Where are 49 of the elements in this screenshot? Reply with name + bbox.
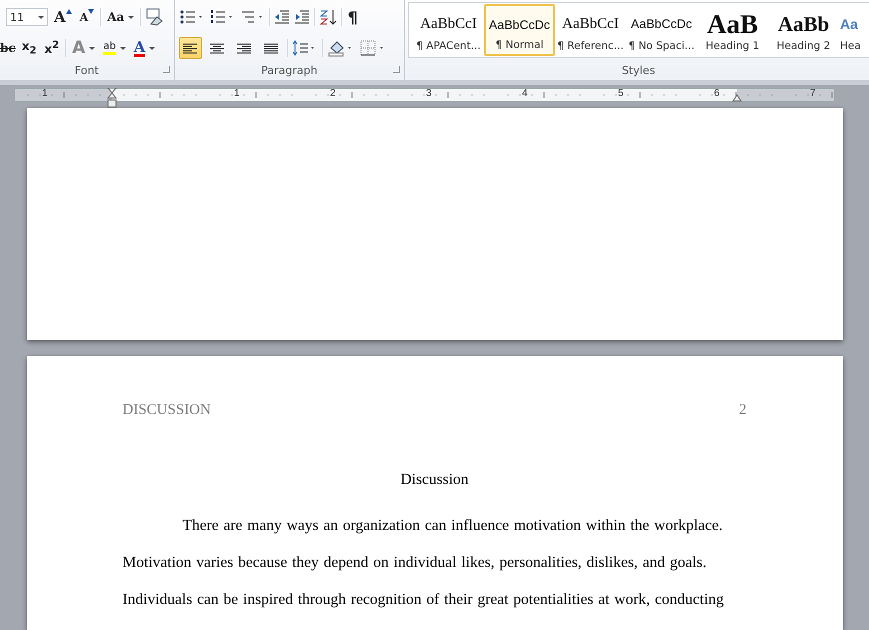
style-item[interactable]: Aa Hea bbox=[839, 4, 869, 56]
ruler-number: 5 bbox=[618, 88, 624, 99]
dialog-launcher-icon[interactable] bbox=[162, 66, 170, 73]
running-head: DISCUSSION bbox=[122, 402, 211, 419]
alignment-icon bbox=[210, 42, 224, 54]
group-label: Paragraph bbox=[261, 64, 318, 76]
subscript-button[interactable]: x$_{2}$ bbox=[20, 37, 38, 59]
ruler-number: 4 bbox=[522, 88, 528, 99]
group-label: Styles bbox=[622, 64, 656, 76]
indent-marker-icon[interactable] bbox=[107, 88, 117, 108]
change-case-button[interactable]: Aa bbox=[105, 6, 136, 28]
body-paragraph: There are many ways an organization can influence motivation within the workplace. Motivation varies because they depend on individual likes, personalities, dislikes, and goals. Individuals can be inspired through recognition of their great potentialities at work, conducting bbox=[122, 516, 725, 610]
document-title: Discussion bbox=[399, 471, 470, 489]
decrease-indent-icon[interactable] bbox=[274, 9, 290, 25]
clear-formatting-icon[interactable] bbox=[145, 8, 164, 26]
ruler-number: 6 bbox=[714, 88, 720, 99]
down-triangle-icon bbox=[88, 9, 94, 14]
alignment-icon bbox=[183, 42, 198, 54]
font-color-button[interactable]: A bbox=[132, 37, 158, 59]
ruler-number: 2 bbox=[330, 88, 336, 99]
right-indent-marker-icon[interactable] bbox=[732, 94, 742, 102]
style-item[interactable]: AaBbCcDc ¶ No Spaci... bbox=[626, 4, 697, 56]
ruler-number: 1 bbox=[234, 88, 240, 99]
increase-indent-icon[interactable] bbox=[294, 9, 310, 25]
superscript-button[interactable]: x$^{2}$ bbox=[42, 37, 62, 59]
style-item[interactable]: AaBbCcI ¶ APACent... bbox=[413, 4, 484, 56]
style-item[interactable]: AaBbCcDc ¶ Normal bbox=[484, 4, 555, 56]
bullets-icon[interactable] bbox=[178, 9, 205, 25]
style-item[interactable]: AaB Heading 1 bbox=[697, 4, 768, 56]
style-item[interactable]: AaBbCcI ¶ Referenc... bbox=[555, 4, 626, 56]
alignment-icon bbox=[237, 42, 252, 54]
ruler-number: 3 bbox=[426, 88, 432, 99]
show-formatting-button[interactable]: ¶ bbox=[346, 6, 360, 28]
style-item[interactable]: AaBb Heading 2 bbox=[768, 4, 839, 56]
strikethrough-button[interactable]: bc bbox=[0, 37, 16, 59]
ruler-number: 7 bbox=[810, 88, 816, 99]
page-number: 2 bbox=[739, 402, 746, 419]
grow-font-button[interactable]: A bbox=[52, 6, 74, 28]
dialog-launcher-icon[interactable] bbox=[393, 66, 400, 73]
shrink-font-button[interactable]: A bbox=[78, 6, 96, 28]
sort-icon[interactable] bbox=[318, 8, 337, 26]
font-size-field[interactable]: 11 bbox=[6, 8, 48, 26]
highlight-button[interactable]: ab bbox=[101, 37, 128, 59]
alignment-icon bbox=[264, 42, 278, 54]
alignment-button[interactable] bbox=[178, 37, 202, 59]
numbering-icon[interactable] bbox=[208, 9, 235, 25]
up-triangle-icon bbox=[66, 9, 72, 14]
group-label: Font bbox=[74, 64, 99, 76]
ruler-number: 1 bbox=[42, 88, 48, 99]
